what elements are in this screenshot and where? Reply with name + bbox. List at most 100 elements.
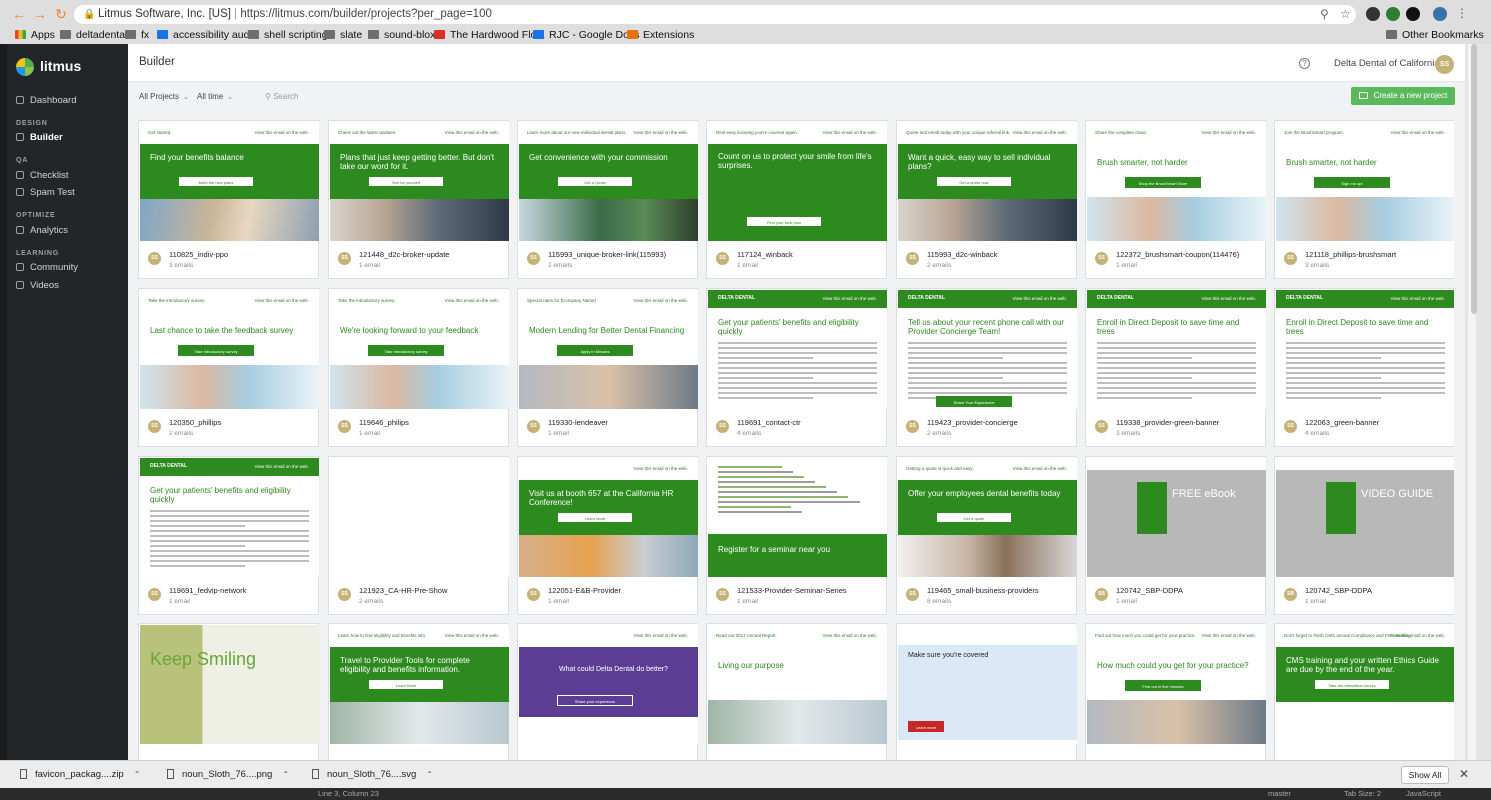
email-thumbnail[interactable]: Getting a quote is quick and easy. View t… (898, 458, 1077, 577)
projects-filter[interactable]: All Projects ⌄ (139, 92, 189, 101)
email-thumbnail[interactable] (330, 458, 509, 577)
email-thumbnail[interactable]: Take the introductory survey. View this e… (330, 290, 509, 409)
help-icon[interactable]: ? (1299, 58, 1310, 69)
email-thumbnail[interactable]: DELTA DENTAL View this email on the web. T… (898, 290, 1077, 409)
email-thumbnail[interactable]: DELTA DENTAL View this email on the web. E… (1087, 290, 1266, 409)
project-card[interactable]: DELTA DENTAL View this email on the web. E… (1274, 288, 1454, 447)
project-card[interactable]: Take the introductory survey. View this e… (138, 288, 319, 447)
litmus-logo[interactable]: litmus (16, 56, 81, 77)
sidebar-item-dashboard[interactable]: Dashboard (16, 95, 76, 107)
project-card[interactable]: DELTA DENTAL View this email on the web. G… (138, 456, 319, 615)
email-thumbnail[interactable]: Don't forget to finish CMS annual Compli… (1276, 625, 1454, 744)
project-card[interactable]: Keep Smiling (138, 623, 319, 760)
back-icon[interactable]: ← (11, 6, 27, 22)
close-icon[interactable]: ✕ (1459, 767, 1469, 781)
sidebar-item-checklist[interactable]: Checklist (16, 170, 69, 182)
bookmark-fx[interactable]: fx (125, 27, 149, 43)
project-name[interactable]: 119691_contact-ctr (737, 418, 883, 427)
email-thumbnail[interactable]: Rest easy knowing you're covered again. V… (708, 122, 887, 241)
star-icon[interactable]: ☆ (1340, 5, 1351, 24)
email-thumbnail[interactable]: Register for a seminar near you (708, 458, 887, 577)
sidebar-item-analytics[interactable]: Analytics (16, 225, 68, 237)
email-thumbnail[interactable]: Take the introductory survey. View this e… (140, 290, 319, 409)
project-card[interactable]: SS 121923_CA-HR-Pre-Show 2 emails (328, 456, 509, 615)
email-thumbnail[interactable]: DELTA DENTAL View this email on the web. E… (1276, 290, 1454, 409)
email-thumbnail[interactable]: DELTA DENTAL View this email on the web. G… (708, 290, 887, 409)
bookmark-apps[interactable]: Apps (15, 27, 55, 43)
project-name[interactable]: 119330-lendeaver (548, 418, 694, 427)
chevron-up-icon[interactable]: ⌃ (134, 770, 141, 779)
project-name[interactable]: 121533-Provider-Seminar-Series (737, 586, 883, 595)
bookmark-deltadental[interactable]: deltadental (60, 27, 127, 43)
bookmark-hardwood[interactable]: The Hardwood Flo... (434, 27, 545, 43)
sidebar-item-builder[interactable]: Builder (16, 132, 63, 144)
project-card[interactable]: Quote and enroll today with your unique … (896, 120, 1077, 279)
project-name[interactable]: 119646_philips (359, 418, 505, 427)
git-branch[interactable]: master (1268, 788, 1291, 800)
project-name[interactable]: 122372_brushsmart-coupon(114476) (1116, 250, 1262, 259)
project-card[interactable]: Getting a quote is quick and easy. View t… (896, 456, 1077, 615)
bookmark-accessibility-audit[interactable]: accessibility audit (157, 27, 255, 43)
project-name[interactable]: 119423_provider-concierge (927, 418, 1073, 427)
email-thumbnail[interactable]: FREE eBook (1087, 458, 1266, 577)
create-project-button[interactable]: Create a new project (1351, 87, 1455, 105)
org-switcher[interactable]: Delta Dental of California ▼ (1334, 58, 1449, 69)
project-card[interactable]: Join the BrushSmart program. View this em… (1274, 120, 1454, 279)
email-thumbnail[interactable]: What could Delta Dental do better? Share … (519, 625, 698, 744)
project-card[interactable]: FREE eBook SB 120742_SBP-DDPA 1 email (1085, 456, 1266, 615)
project-card[interactable]: Register for a seminar near you SS 121533-… (706, 456, 887, 615)
profile-icon[interactable] (1433, 7, 1447, 21)
bookmark-slate[interactable]: slate (324, 27, 362, 43)
extension-icon[interactable] (1406, 7, 1420, 21)
email-thumbnail[interactable]: Keep Smiling (140, 625, 319, 744)
project-name[interactable]: 120742_SBP-DDPA (1116, 586, 1262, 595)
project-card[interactable]: Get started. View this email on the web. F… (138, 120, 319, 279)
project-card[interactable]: Rest easy knowing you're covered again. V… (706, 120, 887, 279)
project-card[interactable]: View this email on the web. Visit us at b… (517, 456, 698, 615)
bookmark-extensions[interactable]: Extensions (627, 27, 694, 43)
download-item[interactable]: favicon_packag....zip ⌃ (20, 769, 140, 780)
forward-icon[interactable]: → (32, 6, 48, 22)
project-name[interactable]: 122051-E&B-Provider (548, 586, 694, 595)
project-name[interactable]: 121923_CA-HR-Pre-Show (359, 586, 505, 595)
project-name[interactable]: 119338_provider-green-banner (1116, 418, 1262, 427)
project-card[interactable]: VIDEO GUIDE SB 120742_SBP-DDPA 1 email (1274, 456, 1454, 615)
bookmark-other[interactable]: Other Bookmarks (1386, 27, 1484, 43)
tab-size[interactable]: Tab Size: 2 (1344, 788, 1381, 800)
project-card[interactable]: DELTA DENTAL View this email on the web. G… (706, 288, 887, 447)
project-card[interactable]: Read our 2017 Annual Report. View this em… (706, 623, 887, 760)
project-card[interactable]: Take the introductory survey. View this e… (328, 288, 509, 447)
project-name[interactable]: 115993_unique-broker-link(115993) (548, 250, 694, 259)
project-name[interactable]: 120742_SBP-DDPA (1305, 586, 1451, 595)
project-name[interactable]: 121448_d2c-broker-update (359, 250, 505, 259)
zoom-icon[interactable]: ⚲ (1320, 5, 1329, 24)
bookmark-sound-blox[interactable]: sound-blox (368, 27, 435, 43)
chevron-up-icon[interactable]: ⌃ (426, 770, 433, 779)
project-name[interactable]: 121118_phillips-brushsmart (1305, 250, 1451, 259)
project-name[interactable]: 110825_indiv-ppo (169, 250, 315, 259)
avatar[interactable]: SS (1435, 55, 1454, 74)
project-card[interactable]: What could Delta Dental do better? Share … (517, 623, 698, 760)
email-thumbnail[interactable]: Read our 2017 Annual Report. View this em… (708, 625, 887, 744)
project-card[interactable]: DELTA DENTAL View this email on the web. T… (896, 288, 1077, 447)
show-all-button[interactable]: Show All (1401, 766, 1449, 784)
email-thumbnail[interactable]: Share the complete clean. View this email… (1087, 122, 1266, 241)
email-thumbnail[interactable]: Get started. View this email on the web. F… (140, 122, 319, 241)
project-card[interactable]: Learn how to find eligibility and benefi… (328, 623, 509, 760)
project-card[interactable]: Make sure you're covered Learn more (896, 623, 1077, 760)
chevron-up-icon[interactable]: ⌃ (282, 770, 289, 779)
email-thumbnail[interactable]: View this email on the web. Visit us at b… (519, 458, 698, 577)
download-item[interactable]: noun_Sloth_76....png ⌃ (167, 769, 289, 780)
search-input[interactable]: ⚲ Search (265, 92, 298, 101)
project-card[interactable]: Find out how much you could get for your… (1085, 623, 1266, 760)
more-icon[interactable]: ⋮ (1456, 7, 1470, 21)
sidebar-item-spam-test[interactable]: Spam Test (16, 187, 75, 199)
email-thumbnail[interactable]: Special rates for [Company Name] View thi… (519, 290, 698, 409)
bookmark-shell-scripting[interactable]: shell scripting (248, 27, 328, 43)
project-name[interactable]: 122063_green-banner (1305, 418, 1451, 427)
email-thumbnail[interactable]: DELTA DENTAL View this email on the web. G… (140, 458, 319, 577)
project-card[interactable]: Share the complete clean. View this email… (1085, 120, 1266, 279)
sidebar-item-videos[interactable]: Videos (16, 280, 59, 292)
project-name[interactable]: 119691_fedvip-network (169, 586, 315, 595)
email-thumbnail[interactable]: Check out the latest updates. View this e… (330, 122, 509, 241)
